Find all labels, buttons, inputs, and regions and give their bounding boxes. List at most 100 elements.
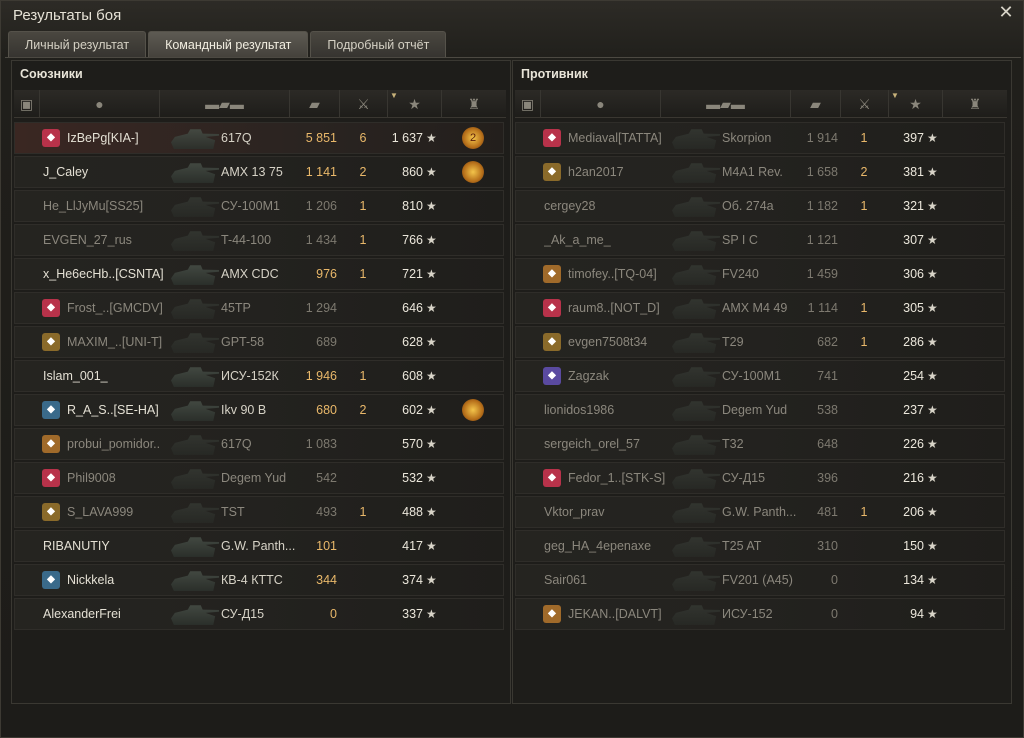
table-row[interactable]: Islam_001_ ИСУ-152К 1 946 1 608 ★	[14, 360, 504, 392]
table-row[interactable]: EVGEN_27_rus T-44-100 1 434 1 766 ★	[14, 224, 504, 256]
experience-value: 216	[903, 471, 924, 485]
medal-icon[interactable]	[459, 395, 487, 425]
player-name: IzBePg[KIA-]	[67, 131, 139, 145]
table-row[interactable]: ◆ probui_pomidor.. 617Q 1 083 570 ★	[14, 428, 504, 460]
table-row[interactable]: RIBANUTIY G.W. Panth... 101 417 ★	[14, 530, 504, 562]
table-row[interactable]: ◆ JEKAN..[DALVT] ИСУ-152 0 94 ★	[515, 598, 1005, 630]
experience-star-icon: ★	[426, 607, 437, 621]
battle-results-window: Результаты боя ✕ Личный результат Команд…	[0, 0, 1024, 738]
close-icon[interactable]: ✕	[997, 3, 1015, 21]
kills-value	[854, 565, 874, 595]
experience-value: 381	[903, 165, 924, 179]
table-row[interactable]: ◆ R_A_S..[SE-HA] Ikv 90 B 680 2 602 ★	[14, 394, 504, 426]
kills-value: 1	[860, 505, 868, 519]
tank-column-icon[interactable]: ▬▰▬	[661, 90, 791, 118]
table-row[interactable]: sergeich_orel_57 T32 648 226 ★	[515, 428, 1005, 460]
experience-value: 646	[402, 301, 423, 315]
table-row[interactable]: ◆ h2an2017 M4A1 Rev. 1 658 2 381 ★	[515, 156, 1005, 188]
player-name: Islam_001_	[43, 369, 108, 383]
player-name: Nickkela	[67, 573, 115, 587]
tab-detailed-report[interactable]: Подробный отчёт	[310, 31, 447, 57]
squad-column-icon[interactable]: ▣	[14, 90, 40, 118]
table-row[interactable]: x_He6ecHb..[CSNTA] AMX CDC 976 1 721 ★	[14, 258, 504, 290]
damage-value: 0	[831, 573, 838, 587]
kills-value	[854, 531, 874, 561]
tab-team-result[interactable]: Командный результат	[148, 31, 309, 57]
table-row[interactable]: AlexanderFrei СУ-Д15 0 337 ★	[14, 598, 504, 630]
allies-panel: Союзники ▣ ● ▬▰▬ ▰ ⚔ ▼ ★ ♜ ◆ IzBePg[KIA-] 6…	[11, 60, 511, 704]
table-row[interactable]: ◆ timofey..[TQ-04] FV240 1 459 306 ★	[515, 258, 1005, 290]
table-row[interactable]: ◆ Phil9008 Degem Yud 542 532 ★	[14, 462, 504, 494]
table-row[interactable]: ◆ S_LAVA999 TST 493 1 488 ★	[14, 496, 504, 528]
experience-value: 306	[903, 267, 924, 281]
player-name: cergey28	[544, 199, 596, 213]
tank-name: T29	[722, 335, 744, 349]
tank-name: Ikv 90 B	[221, 403, 267, 417]
damage-column-icon[interactable]: ▰	[791, 90, 841, 118]
player-name: Sair061	[544, 573, 588, 587]
table-row[interactable]: ◆ evgen7508t34 T29 682 1 286 ★	[515, 326, 1005, 358]
experience-star-icon: ★	[426, 471, 437, 485]
medal-count	[462, 161, 484, 183]
damage-value: 976	[316, 267, 337, 281]
medal-column-icon[interactable]: ♜	[442, 90, 506, 118]
kills-value: 1	[860, 301, 868, 315]
player-name: Frost_..[GMCDV]	[67, 301, 163, 315]
table-row[interactable]: Sair061 FV201 (A45) 0 134 ★	[515, 564, 1005, 596]
experience-star-icon: ★	[927, 437, 938, 451]
table-row[interactable]: ◆ MAXIM_..[UNI-T] GPT-58 689 628 ★	[14, 326, 504, 358]
experience-star-icon: ★	[927, 573, 938, 587]
experience-column-icon[interactable]: ▼ ★	[889, 90, 943, 118]
clan-badge-icon: ◆	[39, 565, 63, 595]
kills-value: 1	[359, 505, 367, 519]
clan-badge-icon: ◆	[39, 497, 63, 527]
tank-column-icon[interactable]: ▬▰▬	[160, 90, 290, 118]
table-row[interactable]: ◆ Nickkela КВ-4 КТТС 344 374 ★	[14, 564, 504, 596]
table-row[interactable]: J_Caley AMX 13 75 1 141 2 860 ★	[14, 156, 504, 188]
medal-icon[interactable]: 2	[459, 123, 487, 153]
experience-value: 321	[903, 199, 924, 213]
experience-star-icon: ★	[426, 267, 437, 281]
table-row[interactable]: Vktor_prav G.W. Panth... 481 1 206 ★	[515, 496, 1005, 528]
kills-value: 1	[860, 131, 868, 145]
tank-name: T-44-100	[221, 233, 272, 247]
player-column-icon[interactable]: ●	[541, 90, 661, 118]
squad-column-icon[interactable]: ▣	[515, 90, 541, 118]
tank-name: ИСУ-152К	[221, 369, 279, 383]
damage-column-icon[interactable]: ▰	[290, 90, 340, 118]
table-row[interactable]: ◆ Mediaval[TATTA] Skorpion 1 914 1 397 ★	[515, 122, 1005, 154]
experience-value: 766	[402, 233, 423, 247]
experience-star-icon: ★	[426, 573, 437, 587]
medal-column-icon[interactable]: ♜	[943, 90, 1007, 118]
tank-icon	[169, 191, 221, 221]
kills-value: 2	[359, 403, 367, 417]
kills-column-icon[interactable]: ⚔	[340, 90, 388, 118]
player-name: geg_HA_4epenaxe	[544, 539, 652, 553]
table-row[interactable]: cergey28 Об. 274а 1 182 1 321 ★	[515, 190, 1005, 222]
kills-value: 1	[359, 369, 367, 383]
experience-column-icon[interactable]: ▼ ★	[388, 90, 442, 118]
player-name: Vktor_prav	[544, 505, 605, 519]
kills-value	[353, 565, 373, 595]
table-row[interactable]: ◆ raum8..[NOT_D] AMX M4 49 1 114 1 305 ★	[515, 292, 1005, 324]
tank-name: T32	[722, 437, 744, 451]
table-row[interactable]: lionidos1986 Degem Yud 538 237 ★	[515, 394, 1005, 426]
experience-star-icon: ★	[426, 505, 437, 519]
table-row[interactable]: ◆ Frost_..[GMCDV] 45TP 1 294 646 ★	[14, 292, 504, 324]
tank-name: SP I C	[722, 233, 758, 247]
table-row[interactable]: geg_HA_4epenaxe T25 AT 310 150 ★	[515, 530, 1005, 562]
experience-star-icon: ★	[426, 539, 437, 553]
player-column-icon[interactable]: ●	[40, 90, 160, 118]
clan-badge-icon: ◆	[39, 293, 63, 323]
tab-personal-result[interactable]: Личный результат	[8, 31, 147, 57]
table-row[interactable]: ◆ IzBePg[KIA-] 617Q 5 851 6 1 637 ★ 2	[14, 122, 504, 154]
table-row[interactable]: ◆ Fedor_1..[STK-S] СУ-Д15 396 216 ★	[515, 462, 1005, 494]
medal-icon[interactable]	[459, 157, 487, 187]
player-name: probui_pomidor..	[67, 437, 161, 451]
experience-star-icon: ★	[927, 607, 938, 621]
table-row[interactable]: He_LlJyMu[SS25] СУ-100М1 1 206 1 810 ★	[14, 190, 504, 222]
table-row[interactable]: ◆ Zagzak СУ-100М1 741 254 ★	[515, 360, 1005, 392]
damage-value: 1 114	[807, 301, 838, 315]
kills-column-icon[interactable]: ⚔	[841, 90, 889, 118]
table-row[interactable]: _Ak_a_me_ SP I C 1 121 307 ★	[515, 224, 1005, 256]
